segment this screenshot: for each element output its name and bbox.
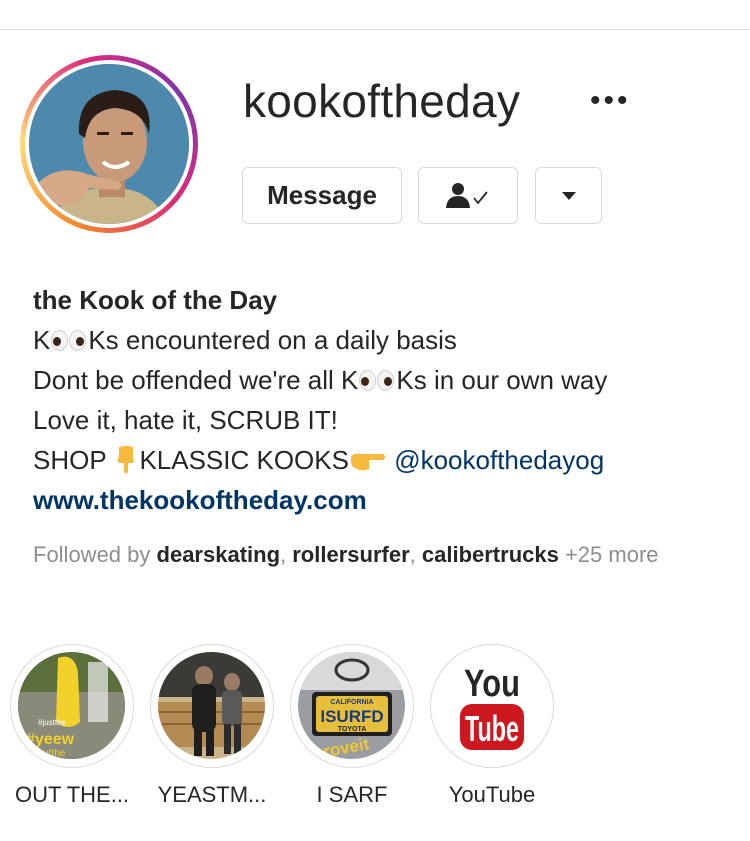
pointing-down-emoji-icon bbox=[117, 446, 135, 474]
profile-bio: the Kook of the Day K Ks encountered on a… bbox=[33, 280, 733, 520]
follower-link[interactable]: dearskating bbox=[157, 542, 281, 567]
caret-down-icon bbox=[561, 191, 576, 200]
highlight-i-sarf[interactable]: CALIFORNIA ISURFD TOYOTA proveit I SARF bbox=[290, 644, 414, 807]
bio-line-3: Love it, hate it, SCRUB IT! bbox=[33, 405, 338, 435]
message-button[interactable]: Message bbox=[242, 167, 402, 224]
message-button-label: Message bbox=[267, 180, 377, 210]
svg-text:You: You bbox=[464, 663, 520, 705]
follower-link[interactable]: rollersurfer bbox=[292, 542, 409, 567]
following-button[interactable] bbox=[418, 167, 518, 224]
highlight-label: YouTube bbox=[448, 782, 536, 807]
profile-full-name: the Kook of the Day bbox=[33, 285, 278, 315]
avatar[interactable] bbox=[29, 64, 189, 224]
bio-line-4: SHOP KLASSIC KOOKS @kookofthedayog bbox=[33, 445, 605, 475]
svg-text:#outthe: #outthe bbox=[32, 748, 66, 759]
highlight-out-the[interactable]: #justthe #yeew #outthe OUT THE... bbox=[10, 644, 134, 807]
svg-text:#yeew: #yeew bbox=[26, 731, 75, 748]
top-divider bbox=[0, 0, 750, 30]
follower-link[interactable]: calibertrucks bbox=[422, 542, 559, 567]
highlight-youtube[interactable]: You Tube YouTube bbox=[430, 644, 554, 807]
svg-text:Tube: Tube bbox=[465, 708, 519, 749]
bio-line-1: K Ks encountered on a daily basis bbox=[33, 325, 457, 355]
mention-link[interactable]: @kookofthedayog bbox=[394, 445, 604, 475]
svg-text:#justthe: #justthe bbox=[38, 718, 67, 727]
profile-username: kookoftheday bbox=[243, 75, 521, 127]
highlight-yeastm[interactable]: YEASTM... bbox=[150, 644, 274, 807]
eyes-emoji-icon bbox=[50, 328, 88, 352]
profile-avatar-story-ring[interactable] bbox=[20, 55, 198, 233]
more-horizontal-icon[interactable]: ••• bbox=[590, 86, 631, 116]
svg-text:CALIFORNIA: CALIFORNIA bbox=[330, 699, 373, 706]
suggestions-dropdown-button[interactable] bbox=[535, 167, 602, 224]
svg-text:TOYOTA: TOYOTA bbox=[338, 726, 367, 733]
followed-by-text[interactable]: Followed by dearskating, rollersurfer, c… bbox=[33, 540, 713, 569]
website-link[interactable]: www.thekookoftheday.com bbox=[33, 480, 733, 520]
eyes-emoji-icon bbox=[358, 368, 396, 392]
pointing-right-emoji-icon bbox=[350, 453, 385, 471]
youtube-logo-icon: You Tube bbox=[438, 652, 545, 759]
person-check-icon bbox=[446, 182, 488, 208]
svg-text:ISURFD: ISURFD bbox=[320, 707, 383, 726]
bio-line-2: Dont be offended we're all K Ks in our ow… bbox=[33, 365, 608, 395]
